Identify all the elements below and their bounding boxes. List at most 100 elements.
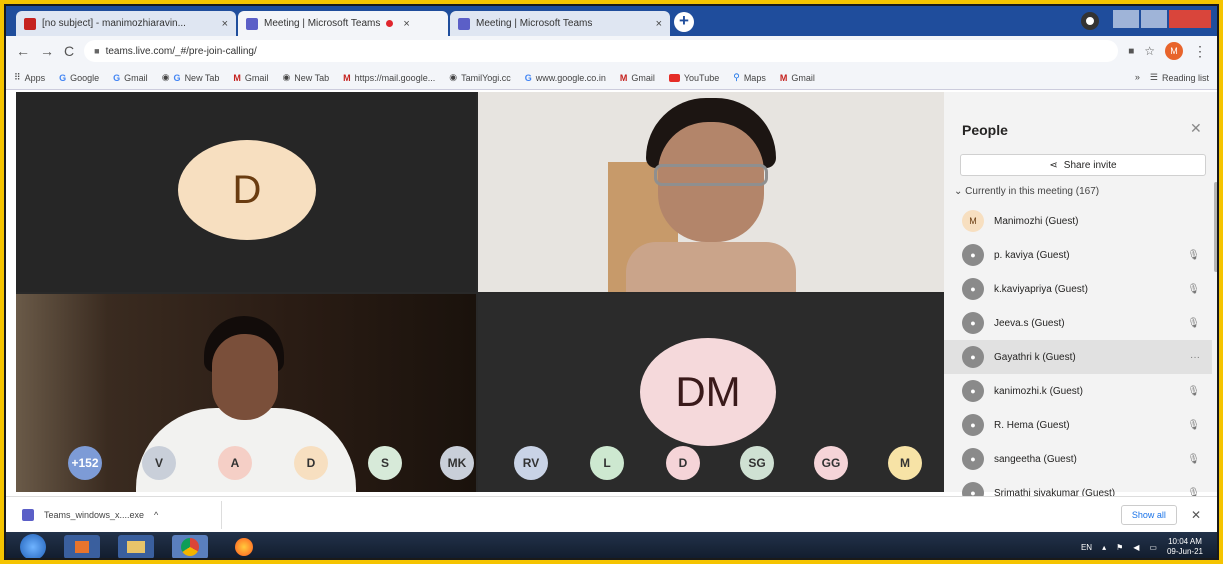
- tab-meeting-active[interactable]: Meeting | Microsoft Teams ×: [238, 11, 448, 36]
- back-icon[interactable]: ←: [16, 43, 30, 59]
- video-tile-speaker[interactable]: [478, 92, 944, 292]
- participant-chip[interactable]: S: [368, 446, 402, 480]
- close-icon[interactable]: ×: [656, 18, 662, 30]
- list-item[interactable]: ● Gayathri k (Guest) ···: [944, 340, 1212, 374]
- participant-chip[interactable]: D: [294, 446, 328, 480]
- participant-chip[interactable]: SG: [740, 446, 774, 480]
- maximize-button[interactable]: [1141, 10, 1167, 28]
- bookmark-google-in[interactable]: Gwww.google.co.in: [525, 73, 606, 83]
- bookmark-apps[interactable]: ⠿ Apps: [14, 72, 45, 83]
- show-all-button[interactable]: Show all: [1120, 504, 1177, 525]
- close-icon[interactable]: ✕: [1190, 120, 1202, 137]
- gmail-icon: M: [233, 72, 241, 83]
- media-player-icon[interactable]: [64, 535, 100, 558]
- scrollbar[interactable]: [1214, 182, 1217, 272]
- gmail-icon: M: [619, 72, 628, 83]
- bookmark-mail[interactable]: Mhttps://mail.google...: [343, 73, 435, 83]
- tab-label: Meeting | Microsoft Teams: [476, 18, 593, 29]
- google-icon: G: [113, 72, 121, 83]
- firefox-icon[interactable]: [226, 535, 262, 558]
- list-item[interactable]: M Manimozhi (Guest): [944, 204, 1212, 238]
- more-participants-chip[interactable]: +152: [68, 446, 102, 480]
- clock[interactable]: 10:04 AM 09-Jun-21: [1167, 537, 1203, 557]
- avatar: M: [962, 210, 984, 232]
- video-tile-d[interactable]: D: [16, 92, 476, 292]
- participant-chip[interactable]: RV: [514, 446, 548, 480]
- globe-icon: ◉: [282, 72, 291, 82]
- language-indicator[interactable]: EN: [1081, 543, 1092, 552]
- reading-list[interactable]: ☰ Reading list: [1150, 72, 1209, 83]
- window-controls: [1113, 10, 1211, 28]
- list-item[interactable]: ● R. Hema (Guest) 🎙: [944, 408, 1212, 442]
- close-icon[interactable]: ✕: [1191, 508, 1201, 522]
- participant-chip[interactable]: L: [590, 446, 624, 480]
- share-invite-button[interactable]: ⋖ Share invite: [960, 154, 1206, 176]
- tab-meeting[interactable]: Meeting | Microsoft Teams ×: [450, 11, 670, 36]
- star-icon[interactable]: ☆: [1144, 44, 1155, 58]
- minimize-button[interactable]: [1113, 10, 1139, 28]
- system-tray: EN ▴ ⚑ ◀ ▭ 10:04 AM 09-Jun-21: [1081, 537, 1203, 557]
- meeting-stage: D DM +152 V A D S MK RV L D SG GG M: [16, 92, 944, 492]
- mic-off-icon: 🎙: [1187, 283, 1200, 295]
- list-item[interactable]: ● Jeeva.s (Guest) 🎙: [944, 306, 1212, 340]
- close-icon[interactable]: ×: [222, 18, 228, 30]
- bookmark-newtab-2[interactable]: ◉ New Tab: [282, 72, 329, 83]
- gmail-icon: M: [779, 72, 788, 83]
- participant-chip[interactable]: GG: [814, 446, 848, 480]
- network-icon[interactable]: ▭: [1149, 543, 1157, 552]
- start-button[interactable]: [20, 534, 46, 558]
- new-tab-button[interactable]: +: [674, 12, 694, 32]
- bookmark-youtube[interactable]: YouTube: [668, 73, 719, 83]
- profile-avatar[interactable]: M: [1165, 42, 1183, 60]
- chevron-up-icon[interactable]: ^: [154, 510, 158, 520]
- forward-icon[interactable]: →: [40, 43, 54, 59]
- list-item[interactable]: ● sangeetha (Guest) 🎙: [944, 442, 1212, 476]
- bookmark-gmail[interactable]: G Gmail: [113, 73, 148, 83]
- incognito-icon[interactable]: [1081, 12, 1099, 30]
- volume-icon[interactable]: ◀: [1133, 543, 1139, 552]
- more-bookmarks-icon[interactable]: »: [1135, 72, 1140, 83]
- participant-chip[interactable]: A: [218, 446, 252, 480]
- bookmark-gmail-4[interactable]: M Gmail: [780, 73, 815, 83]
- chrome-icon[interactable]: [172, 535, 208, 558]
- browser-window: [no subject] - manimozhiaravin... × Meet…: [4, 4, 1219, 560]
- menu-icon[interactable]: ⋮: [1193, 43, 1207, 60]
- bookmark-tamilyogi[interactable]: ◉ TamilYogi.cc: [449, 72, 511, 83]
- mic-off-icon: 🎙: [1187, 385, 1200, 397]
- participant-chip[interactable]: V: [142, 446, 176, 480]
- list-item[interactable]: ● p. kaviya (Guest) 🎙: [944, 238, 1212, 272]
- download-item[interactable]: Teams_windows_x....exe ^: [22, 500, 222, 529]
- more-options-icon[interactable]: ···: [1190, 352, 1200, 363]
- bookmark-gmail-3[interactable]: M Gmail: [620, 73, 655, 83]
- bookmark-newtab[interactable]: ◉ G New Tab: [162, 72, 220, 83]
- url-text: teams.live.com/_#/pre-join-calling/: [105, 45, 257, 57]
- recording-icon: [386, 20, 394, 27]
- url-input[interactable]: ■ teams.live.com/_#/pre-join-calling/: [84, 40, 1119, 62]
- section-header[interactable]: ⌄ Currently in this meeting (167): [954, 186, 1099, 197]
- participant-chip[interactable]: M: [888, 446, 922, 480]
- flag-icon[interactable]: ⚑: [1116, 543, 1123, 552]
- participant-chip[interactable]: D: [666, 446, 700, 480]
- close-icon[interactable]: ×: [403, 18, 409, 30]
- tab-gmail[interactable]: [no subject] - manimozhiaravin... ×: [16, 11, 236, 36]
- list-item[interactable]: ● kanimozhi.k (Guest) 🎙: [944, 374, 1212, 408]
- bookmark-maps[interactable]: ⚲ Maps: [733, 72, 766, 83]
- mic-off-icon: 🎙: [1187, 453, 1200, 465]
- teams-icon: [246, 17, 258, 30]
- participant-chip[interactable]: MK: [440, 446, 474, 480]
- bookmark-google[interactable]: G Google: [59, 73, 99, 83]
- google-icon: G: [173, 72, 181, 83]
- window-close-button[interactable]: [1169, 10, 1211, 28]
- chevron-up-icon[interactable]: ▴: [1102, 543, 1106, 552]
- bookmark-gmail-2[interactable]: M Gmail: [233, 73, 268, 83]
- lock-icon: ■: [94, 46, 100, 56]
- list-item[interactable]: ● k.kaviyapriya (Guest) 🎙: [944, 272, 1212, 306]
- camera-icon[interactable]: ■: [1128, 46, 1134, 57]
- file-explorer-icon[interactable]: [118, 535, 154, 558]
- participant-avatar: DM: [640, 338, 776, 446]
- tab-label: Meeting | Microsoft Teams: [264, 18, 381, 29]
- reload-icon[interactable]: C: [64, 43, 74, 59]
- globe-icon: ◉: [449, 72, 458, 82]
- bookmarks-bar: ⠿ Apps G Google G Gmail ◉ G New Tab M Gmail ◉ N…: [6, 66, 1217, 90]
- participant-video: [596, 92, 826, 292]
